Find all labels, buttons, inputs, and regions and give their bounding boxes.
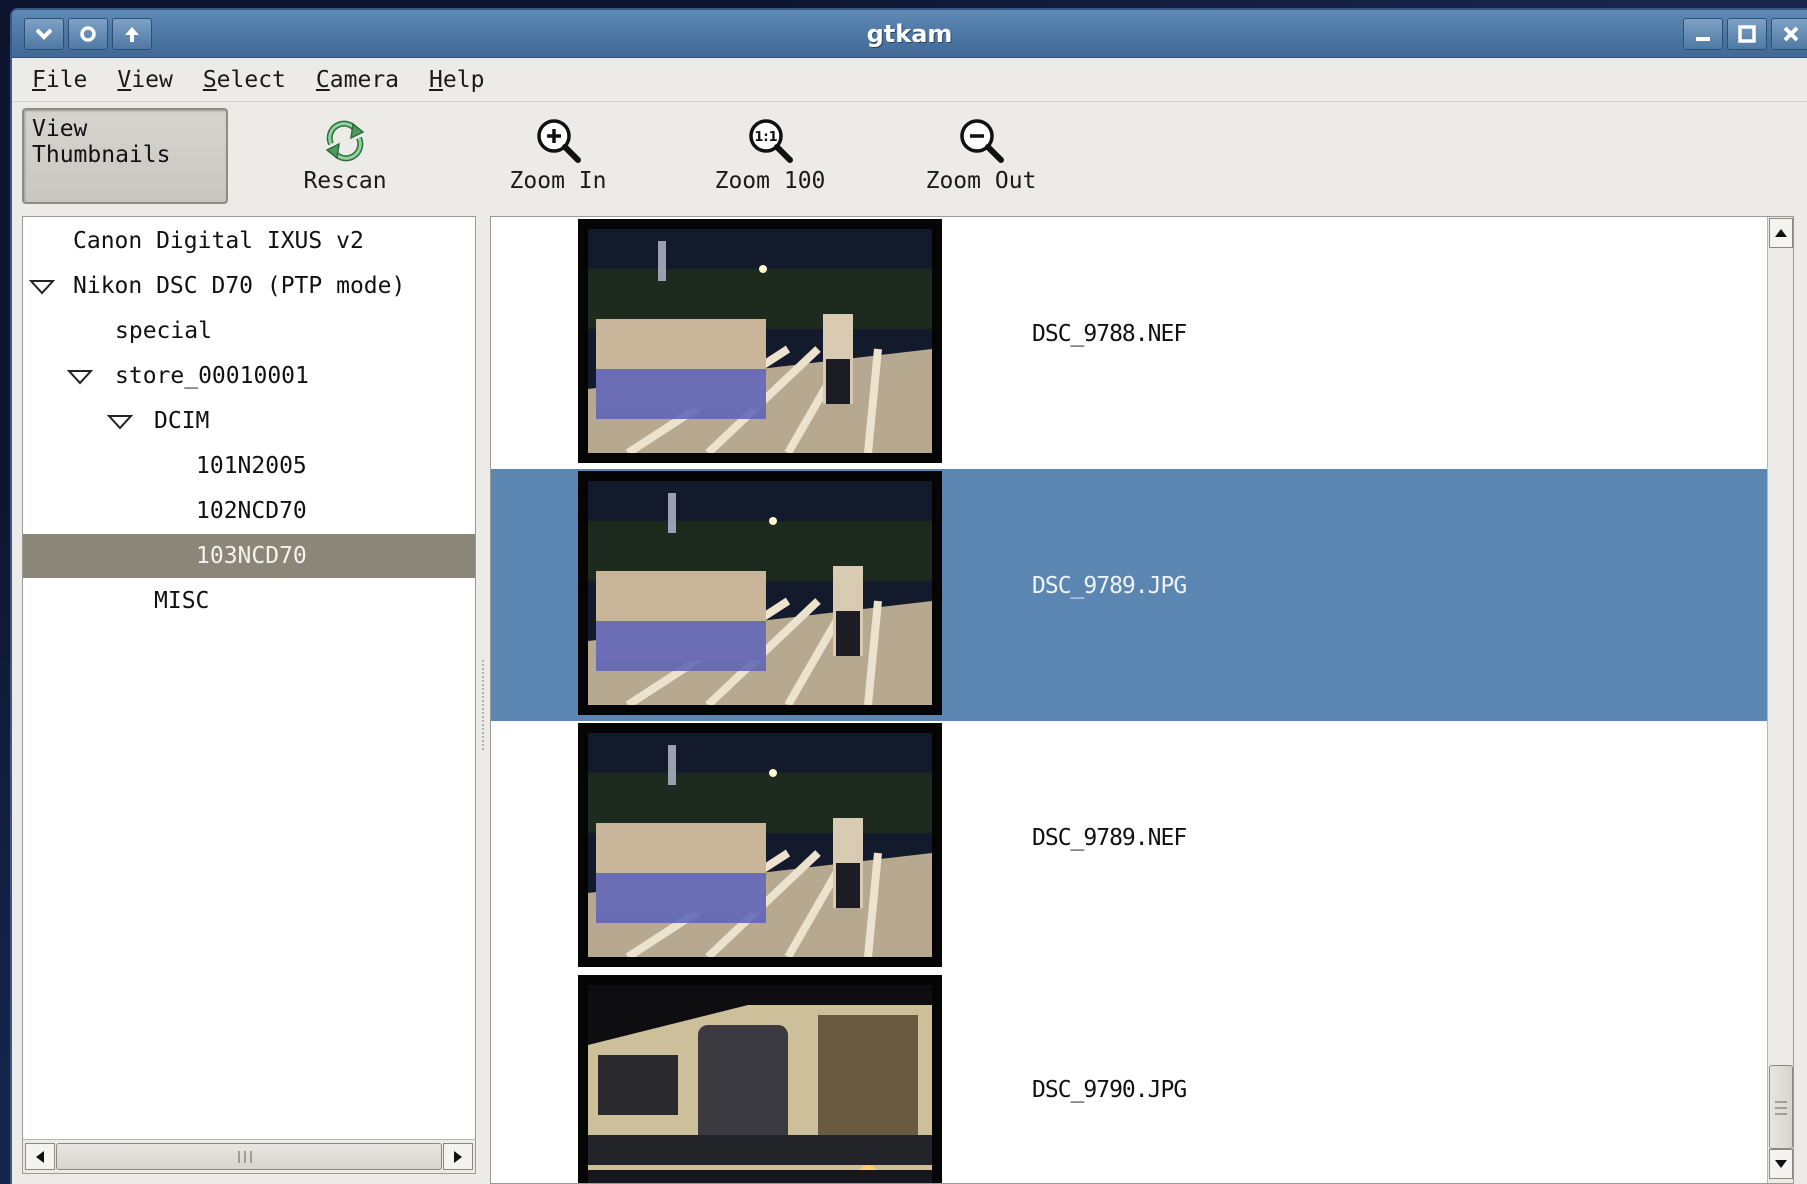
zoom-in-label: Zoom In bbox=[509, 168, 607, 194]
menu-label: elect bbox=[216, 66, 286, 93]
menu-file[interactable]: File bbox=[32, 67, 87, 93]
tree-item-label: 102NCD70 bbox=[196, 498, 307, 524]
minimize-icon bbox=[1696, 37, 1710, 41]
file-name: DSC_9789.JPG bbox=[1032, 573, 1187, 599]
menu-mnemonic: F bbox=[32, 66, 46, 93]
file-thumbnail-list[interactable]: DSC_9788.NEF DSC_9789.JPG DSC_9789.NEF D… bbox=[490, 216, 1794, 1184]
menu-select[interactable]: Select bbox=[203, 67, 286, 93]
scroll-right-button[interactable] bbox=[443, 1143, 473, 1170]
expander-expanded-icon[interactable] bbox=[107, 414, 133, 430]
window-title: gtkam bbox=[866, 20, 953, 48]
maximize-icon bbox=[1738, 25, 1756, 43]
zoom-100-button[interactable]: 1:1 Zoom 100 bbox=[695, 110, 845, 204]
tree-item-misc[interactable]: MISC bbox=[23, 579, 475, 623]
menu-mnemonic: C bbox=[315, 66, 330, 93]
tree-item-special[interactable]: special bbox=[23, 309, 475, 353]
camera-tree[interactable]: Canon Digital IXUS v2 Nikon DSC D70 (PTP… bbox=[22, 216, 476, 1174]
menu-label: elp bbox=[442, 66, 485, 93]
file-row[interactable]: DSC_9789.NEF bbox=[491, 721, 1769, 973]
tree-item-canon-digital-ixus[interactable]: Canon Digital IXUS v2 bbox=[23, 219, 475, 263]
view-thumbnails-toggle[interactable]: View Thumbnails bbox=[22, 108, 228, 204]
titlebar-right-controls bbox=[1683, 18, 1807, 50]
expander-expanded-icon[interactable] bbox=[29, 279, 55, 295]
thumbnail-image bbox=[578, 471, 942, 715]
menu-label: iew bbox=[131, 66, 173, 93]
maximize-button[interactable] bbox=[1727, 18, 1767, 50]
zoom-100-icon-text: 1:1 bbox=[754, 130, 777, 145]
zoom-in-button[interactable]: Zoom In bbox=[483, 110, 633, 204]
menu-label: amera bbox=[329, 66, 400, 93]
tree-item-label: MISC bbox=[154, 588, 210, 614]
rescan-button[interactable]: Rescan bbox=[270, 110, 420, 204]
night-parade-photo bbox=[588, 481, 932, 709]
expander-expanded-icon[interactable] bbox=[67, 369, 93, 385]
thumbnail-image bbox=[578, 723, 942, 967]
menu-mnemonic: H bbox=[429, 66, 443, 93]
arrow-right-icon bbox=[454, 1150, 462, 1163]
tree-item-label: 103NCD70 bbox=[196, 543, 307, 569]
tree-item-103ncd70[interactable]: 103NCD70 bbox=[23, 534, 475, 578]
tree-item-label: Nikon DSC D70 (PTP mode) bbox=[73, 273, 406, 299]
scrollbar-thumb[interactable] bbox=[56, 1143, 442, 1170]
arrow-up-icon bbox=[1775, 229, 1787, 237]
tree-item-nikon-dsc-d70[interactable]: Nikon DSC D70 (PTP mode) bbox=[23, 264, 475, 308]
menu-mnemonic: V bbox=[117, 66, 132, 93]
refresh-icon bbox=[325, 120, 365, 162]
zoom-100-label: Zoom 100 bbox=[714, 168, 826, 194]
zoom-out-label: Zoom Out bbox=[925, 168, 1037, 194]
tree-item-dcim[interactable]: DCIM bbox=[23, 399, 475, 443]
scroll-down-button[interactable] bbox=[1769, 1149, 1793, 1179]
zoom-out-button[interactable]: Zoom Out bbox=[906, 110, 1056, 204]
rescan-label: Rescan bbox=[303, 168, 387, 194]
grip-icon bbox=[238, 1151, 252, 1163]
scrollbar-thumb[interactable] bbox=[1769, 1065, 1793, 1149]
scroll-left-button[interactable] bbox=[25, 1143, 55, 1170]
file-name: DSC_9790.JPG bbox=[1032, 1077, 1187, 1103]
menu-mnemonic: S bbox=[202, 66, 217, 93]
menu-camera[interactable]: Camera bbox=[316, 67, 399, 93]
file-name: DSC_9789.NEF bbox=[1032, 825, 1187, 851]
night-parade-photo bbox=[588, 733, 932, 961]
tree-item-store-00010001[interactable]: store_00010001 bbox=[23, 354, 475, 398]
menu-help[interactable]: Help bbox=[429, 67, 484, 93]
toolbar: View Thumbnails Rescan Zoom In 1:1 Zoom … bbox=[12, 102, 1807, 210]
tree-item-label: special bbox=[115, 318, 212, 344]
file-row[interactable]: DSC_9790.JPG bbox=[491, 973, 1769, 1183]
tree-item-102ncd70[interactable]: 102NCD70 bbox=[23, 489, 475, 533]
night-parade-photo bbox=[588, 229, 932, 457]
grip-icon bbox=[1775, 1101, 1787, 1115]
scroll-up-button[interactable] bbox=[1769, 218, 1793, 248]
zoom-out-icon bbox=[960, 119, 1004, 163]
tree-item-label: store_00010001 bbox=[115, 363, 309, 389]
tree-item-label: Canon Digital IXUS v2 bbox=[73, 228, 364, 254]
thumbnail-image bbox=[578, 219, 942, 463]
titlebar[interactable]: gtkam bbox=[12, 10, 1807, 58]
file-list-vertical-scrollbar[interactable] bbox=[1767, 217, 1793, 1183]
arrow-down-icon bbox=[1775, 1160, 1787, 1168]
zoom-in-icon bbox=[537, 119, 581, 163]
gtkam-window: gtkam File View Select Camera Help View … bbox=[12, 10, 1807, 1184]
tree-item-label: DCIM bbox=[154, 408, 210, 434]
tree-horizontal-scrollbar[interactable] bbox=[23, 1139, 475, 1173]
menubar: File View Select Camera Help bbox=[12, 58, 1807, 102]
menu-view[interactable]: View bbox=[117, 67, 172, 93]
tree-item-label: 101N2005 bbox=[196, 453, 307, 479]
minimize-button[interactable] bbox=[1683, 18, 1723, 50]
menu-label: ile bbox=[45, 66, 88, 93]
file-row[interactable]: DSC_9788.NEF bbox=[491, 217, 1769, 469]
close-icon bbox=[1783, 26, 1799, 42]
thumbnail-image bbox=[578, 975, 942, 1183]
arrow-left-icon bbox=[36, 1150, 44, 1163]
bus-night-photo bbox=[588, 985, 932, 1183]
file-row[interactable]: DSC_9789.JPG bbox=[491, 469, 1769, 721]
close-button[interactable] bbox=[1771, 18, 1807, 50]
zoom-actual-size-icon: 1:1 bbox=[749, 119, 793, 163]
tree-item-101n2005[interactable]: 101N2005 bbox=[23, 444, 475, 488]
file-name: DSC_9788.NEF bbox=[1032, 321, 1187, 347]
